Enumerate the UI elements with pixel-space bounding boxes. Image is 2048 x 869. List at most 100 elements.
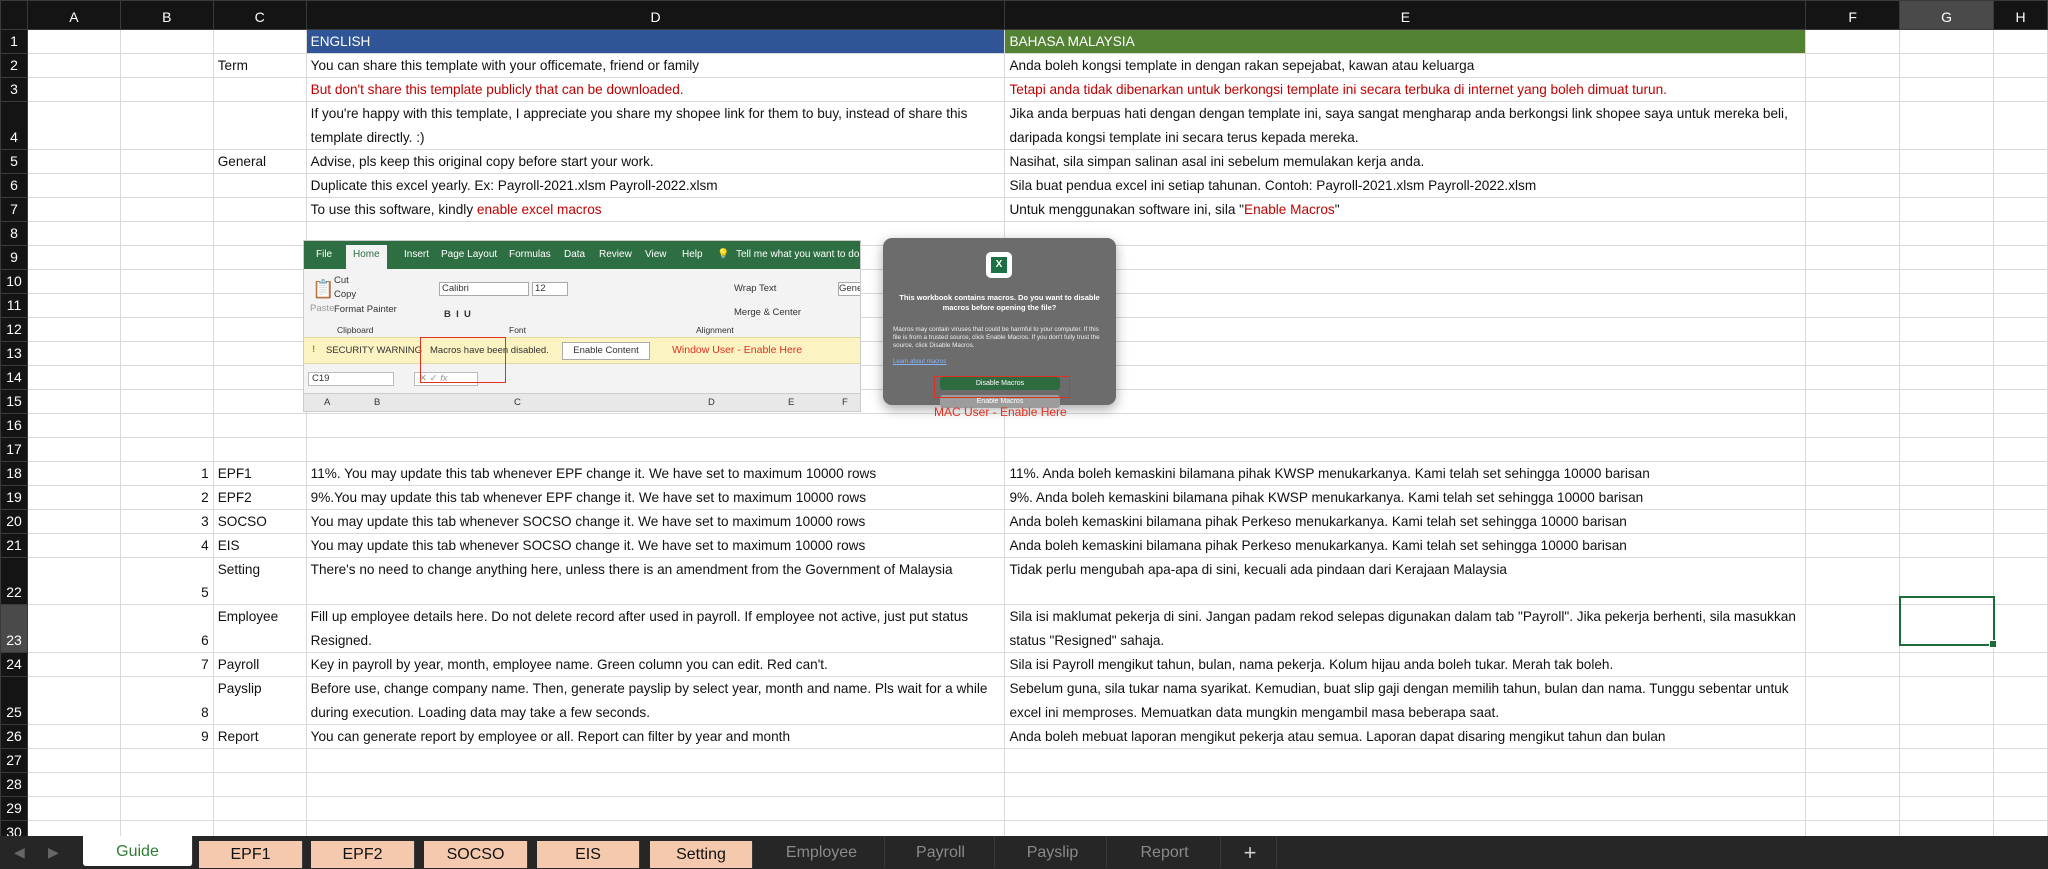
row-header[interactable]: 14	[0, 365, 28, 390]
cell-b10[interactable]	[119, 269, 214, 294]
cell-b22[interactable]: 5	[119, 556, 214, 606]
row-header[interactable]: 15	[0, 389, 28, 414]
cell-h26[interactable]	[1993, 724, 2048, 750]
row-header[interactable]: 22	[0, 556, 28, 606]
row-header[interactable]: 17	[0, 437, 28, 462]
cell-c1[interactable]	[212, 29, 307, 54]
cell-e26[interactable]: Anda boleh mebuat laporan mengikut peker…	[1004, 724, 1807, 750]
cell-h15[interactable]	[1993, 389, 2048, 414]
cell-d29[interactable]	[305, 796, 1006, 822]
row-header[interactable]: 27	[0, 748, 28, 774]
sheet-tab-payroll[interactable]: Payroll	[887, 837, 995, 868]
cell-e7[interactable]: Untuk menggunakan software ini, sila "En…	[1004, 197, 1807, 222]
cell-a3[interactable]	[26, 77, 121, 102]
column-header-a[interactable]: A	[26, 0, 121, 30]
column-header-f[interactable]: F	[1805, 0, 1901, 30]
cell-f11[interactable]	[1805, 293, 1901, 318]
cell-b25[interactable]: 8	[119, 676, 214, 726]
cell-d23[interactable]: Fill up employee details here. Do not de…	[305, 604, 1006, 654]
cell-f15[interactable]	[1805, 389, 1901, 414]
cell-a16[interactable]	[26, 413, 121, 438]
cell-h10[interactable]	[1993, 269, 2048, 294]
cell-d18[interactable]: 11%. You may update this tab whenever EP…	[305, 461, 1006, 486]
cell-h12[interactable]	[1993, 317, 2048, 342]
cell-b1[interactable]	[119, 29, 214, 54]
cell-g18[interactable]	[1899, 461, 1994, 486]
cell-d25[interactable]: Before use, change company name. Then, g…	[305, 676, 1006, 726]
cell-b17[interactable]	[119, 437, 214, 462]
row-header[interactable]: 9	[0, 245, 28, 270]
cell-f14[interactable]	[1805, 365, 1901, 390]
cell-f10[interactable]	[1805, 269, 1901, 294]
cell-d6[interactable]: Duplicate this excel yearly. Ex: Payroll…	[305, 173, 1006, 198]
cell-h3[interactable]	[1993, 77, 2048, 102]
cell-d2[interactable]: You can share this template with your of…	[305, 53, 1006, 78]
cell-g14[interactable]	[1899, 365, 1994, 390]
cell-f9[interactable]	[1805, 245, 1901, 270]
cell-b13[interactable]	[119, 341, 214, 366]
cell-d28[interactable]	[305, 772, 1006, 798]
cell-a28[interactable]	[26, 772, 121, 798]
cell-e5[interactable]: Nasihat, sila simpan salinan asal ini se…	[1004, 149, 1807, 174]
cell-f24[interactable]	[1805, 652, 1901, 678]
cell-b21[interactable]: 4	[119, 533, 214, 558]
row-header[interactable]: 25	[0, 676, 28, 726]
cell-a25[interactable]	[26, 676, 121, 726]
sheet-tab-epf2[interactable]: EPF2	[311, 841, 415, 868]
cell-g8[interactable]	[1899, 221, 1994, 246]
cell-c29[interactable]	[212, 796, 307, 822]
cell-h8[interactable]	[1993, 221, 2048, 246]
row-header[interactable]: 26	[0, 724, 28, 750]
row-header[interactable]: 6	[0, 173, 28, 198]
cell-f27[interactable]	[1805, 748, 1901, 774]
cell-e18[interactable]: 11%. Anda boleh kemaskini bilamana pihak…	[1004, 461, 1807, 486]
cell-g16[interactable]	[1899, 413, 1994, 438]
cell-a17[interactable]	[26, 437, 121, 462]
cell-b4[interactable]	[119, 101, 214, 150]
row-header[interactable]: 8	[0, 221, 28, 246]
cell-d19[interactable]: 9%.You may update this tab whenever EPF …	[305, 485, 1006, 510]
cell-e6[interactable]: Sila buat pendua excel ini setiap tahuna…	[1004, 173, 1807, 198]
cell-f29[interactable]	[1805, 796, 1901, 822]
row-header[interactable]: 28	[0, 772, 28, 798]
cell-f8[interactable]	[1805, 221, 1901, 246]
row-header[interactable]: 3	[0, 77, 28, 102]
row-header[interactable]: 4	[0, 101, 28, 150]
cell-g12[interactable]	[1899, 317, 1994, 342]
cell-d4[interactable]: If you're happy with this template, I ap…	[305, 101, 1006, 150]
cell-d16[interactable]	[305, 413, 1006, 438]
cell-g7[interactable]	[1899, 197, 1994, 222]
column-header-d[interactable]: D	[305, 0, 1006, 30]
cell-h1[interactable]	[1993, 29, 2048, 54]
cell-h24[interactable]	[1993, 652, 2048, 678]
cell-a2[interactable]	[26, 53, 121, 78]
cell-g21[interactable]	[1899, 533, 1994, 558]
cell-g9[interactable]	[1899, 245, 1994, 270]
cell-a18[interactable]	[26, 461, 121, 486]
cell-c20[interactable]: SOCSO	[212, 509, 307, 534]
row-header[interactable]: 20	[0, 509, 28, 534]
cell-a20[interactable]	[26, 509, 121, 534]
cell-c22[interactable]: Setting	[212, 556, 307, 606]
cell-e19[interactable]: 9%. Anda boleh kemaskini bilamana pihak …	[1004, 485, 1807, 510]
cell-a19[interactable]	[26, 485, 121, 510]
cell-g29[interactable]	[1899, 796, 1994, 822]
cell-a6[interactable]	[26, 173, 121, 198]
cell-a21[interactable]	[26, 533, 121, 558]
sheet-tab-guide[interactable]: Guide	[83, 836, 193, 866]
cell-e2[interactable]: Anda boleh kongsi template in dengan rak…	[1004, 53, 1807, 78]
add-sheet-button[interactable]: +	[1224, 837, 1277, 868]
cell-b9[interactable]	[119, 245, 214, 270]
cell-e8[interactable]	[1004, 221, 1807, 246]
cell-b27[interactable]	[119, 748, 214, 774]
sheet-tab-setting[interactable]: Setting	[650, 841, 753, 868]
cell-a29[interactable]	[26, 796, 121, 822]
row-header[interactable]: 24	[0, 652, 28, 678]
cell-d5[interactable]: Advise, pls keep this original copy befo…	[305, 149, 1006, 174]
cell-g27[interactable]	[1899, 748, 1994, 774]
cell-c11[interactable]	[212, 293, 307, 318]
cell-h21[interactable]	[1993, 533, 2048, 558]
cell-f7[interactable]	[1805, 197, 1901, 222]
cell-d7[interactable]: To use this software, kindly enable exce…	[305, 197, 1006, 222]
row-header[interactable]: 10	[0, 269, 28, 294]
